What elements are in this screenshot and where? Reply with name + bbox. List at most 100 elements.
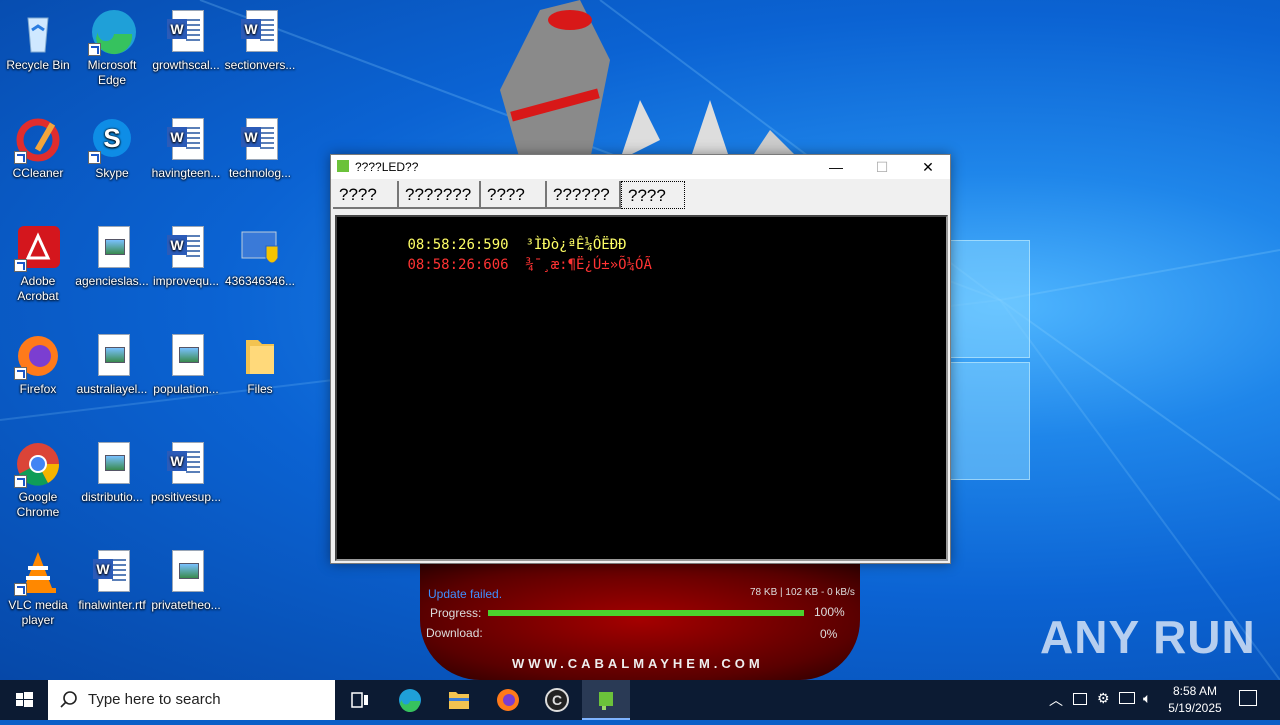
desktop-icon-files[interactable]: Files — [222, 332, 298, 397]
desktop-icon-positivesup[interactable]: W positivesup... — [148, 440, 224, 505]
taskbar-led-app[interactable] — [582, 680, 630, 720]
taskbar-cabal-launcher[interactable]: C — [533, 680, 581, 720]
image-file-icon — [162, 548, 210, 596]
anyrun-watermark: ANY RUN — [1040, 611, 1256, 663]
icon-label: Microsoft Edge — [87, 58, 137, 87]
clock-time[interactable]: 8:58 AM — [1169, 684, 1221, 698]
cabal-icon: C — [545, 688, 569, 712]
icon-label: improvequ... — [152, 274, 220, 288]
progress-fill — [488, 610, 804, 616]
desktop-icon-havingteen[interactable]: W havingteen... — [148, 116, 224, 181]
taskbar-search-box[interactable]: Type here to search — [48, 680, 335, 720]
launcher-url: WWW.CABALMAYHEM.COM — [512, 656, 764, 671]
app-window: ????LED?? — ☐ ✕ ???? ??????? ???? ??????… — [330, 154, 951, 564]
desktop: Recycle Bin Microsoft Edge W growthscal.… — [0, 0, 1280, 680]
icon-label: growthscal... — [152, 58, 220, 72]
icon-label: population... — [153, 382, 219, 396]
tab-2[interactable]: ??????? — [399, 181, 481, 209]
taskbar-edge[interactable] — [386, 680, 434, 720]
shortcut-arrow-icon — [88, 151, 101, 164]
chrome-icon — [14, 440, 62, 488]
desktop-icon-agencieslas[interactable]: agencieslas... — [74, 224, 150, 289]
word-document-icon: W — [88, 548, 136, 596]
taskbar-file-explorer[interactable] — [435, 680, 483, 720]
shortcut-arrow-icon — [88, 43, 101, 56]
minimize-button[interactable]: — — [813, 155, 859, 179]
desktop-icon-improvequ[interactable]: W improvequ... — [148, 224, 224, 289]
network-icon[interactable] — [1119, 692, 1135, 704]
image-file-icon — [88, 440, 136, 488]
desktop-icon-distributio[interactable]: distributio... — [74, 440, 150, 505]
tab-1[interactable]: ???? — [333, 181, 399, 209]
edge-icon — [88, 8, 136, 56]
desktop-icon-australiayel[interactable]: australiayel... — [74, 332, 150, 397]
log-text: ¾¯¸æ:¶Ë¿Ú±»Õ¼ÓÃ — [525, 257, 652, 273]
desktop-icon-population[interactable]: population... — [148, 332, 224, 397]
maximize-button[interactable]: ☐ — [859, 155, 905, 179]
icon-label: Recycle Bin — [6, 58, 70, 72]
acrobat-icon — [14, 224, 62, 272]
window-title: ????LED?? — [355, 160, 419, 174]
log-line: 08:58:26:606 ¾¯¸æ:¶Ë¿Ú±»Õ¼ÓÃ — [340, 241, 652, 289]
icon-label: distributio... — [81, 490, 143, 504]
tab-5[interactable]: ???? — [621, 181, 685, 209]
desktop-icon-microsoft-edge[interactable]: Microsoft Edge — [74, 8, 150, 88]
volume-icon[interactable]: 🔈︎ — [1143, 690, 1151, 707]
icon-label: 436346346... — [224, 274, 296, 288]
word-document-icon: W — [162, 8, 210, 56]
desktop-icon-adobe-acrobat[interactable]: Adobe Acrobat — [0, 224, 76, 304]
desktop-icon-skype[interactable]: S Skype — [74, 116, 150, 181]
word-document-icon: W — [162, 440, 210, 488]
icon-label: Firefox — [19, 382, 57, 396]
desktop-icon-ccleaner[interactable]: CCleaner — [0, 116, 76, 181]
notification-center-icon[interactable] — [1239, 690, 1257, 706]
game-artwork — [500, 0, 800, 160]
desktop-icon-finalwinter[interactable]: W finalwinter.rtf — [74, 548, 150, 613]
desktop-icon-firefox[interactable]: Firefox — [0, 332, 76, 397]
taskbar-firefox[interactable] — [484, 680, 532, 720]
network-drive-icon[interactable] — [1073, 693, 1087, 705]
desktop-icon-google-chrome[interactable]: Google Chrome — [0, 440, 76, 520]
folder-icon — [236, 332, 284, 380]
desktop-icon-privatetheo[interactable]: privatetheo... — [148, 548, 224, 613]
desktop-icon-technolog[interactable]: W technolog... — [222, 116, 298, 181]
image-file-icon — [162, 332, 210, 380]
windows-start-icon — [16, 692, 33, 707]
desktop-icon-recycle-bin[interactable]: Recycle Bin — [0, 8, 76, 73]
shortcut-arrow-icon — [14, 583, 27, 596]
desktop-icon-vlc-media-player[interactable]: VLC media player — [0, 548, 76, 628]
clock-date[interactable]: 5/19/2025 — [1165, 701, 1225, 715]
log-console[interactable]: 08:58:26:590 ³ÌÐò¿ªÊ¼ÔËÐÐ 08:58:26:606 ¾… — [335, 215, 948, 561]
shortcut-arrow-icon — [14, 259, 27, 272]
task-view-button[interactable] — [336, 680, 384, 720]
security-icon[interactable]: ⚙ — [1097, 690, 1110, 707]
download-percent: 0% — [820, 627, 838, 641]
app-icon — [599, 692, 613, 710]
taskbar: Type here to search C ︿ ⚙ 🔈︎ 8:58 AM 5/1… — [0, 680, 1280, 720]
icon-label: Adobe Acrobat — [17, 274, 59, 303]
icon-label: technolog... — [228, 166, 292, 180]
start-button[interactable] — [0, 680, 48, 720]
chevron-up-icon[interactable]: ︿ — [1049, 690, 1063, 710]
desktop-icon-sectionvers[interactable]: W sectionvers... — [222, 8, 298, 73]
firefox-icon — [14, 332, 62, 380]
search-placeholder: Type here to search — [88, 691, 221, 708]
tab-3[interactable]: ???? — [481, 181, 547, 209]
installer-shield-icon — [236, 224, 284, 272]
image-file-icon — [88, 224, 136, 272]
word-document-icon: W — [162, 116, 210, 164]
window-titlebar[interactable]: ????LED?? — ☐ ✕ — [331, 155, 950, 179]
progress-bar — [488, 610, 804, 616]
close-button[interactable]: ✕ — [905, 155, 951, 179]
log-time: 08:58:26:606 — [407, 257, 509, 273]
icon-label: australiayel... — [76, 382, 148, 396]
icon-label: finalwinter.rtf — [78, 598, 146, 612]
word-document-icon: W — [236, 116, 284, 164]
ccleaner-icon — [14, 116, 62, 164]
desktop-icon-growthscal[interactable]: W growthscal... — [148, 8, 224, 73]
image-file-icon — [88, 332, 136, 380]
tab-4[interactable]: ?????? — [547, 181, 621, 209]
desktop-icon-436346346[interactable]: 436346346... — [222, 224, 298, 289]
icon-label: agencieslas... — [75, 274, 149, 288]
icon-label: privatetheo... — [151, 598, 221, 612]
